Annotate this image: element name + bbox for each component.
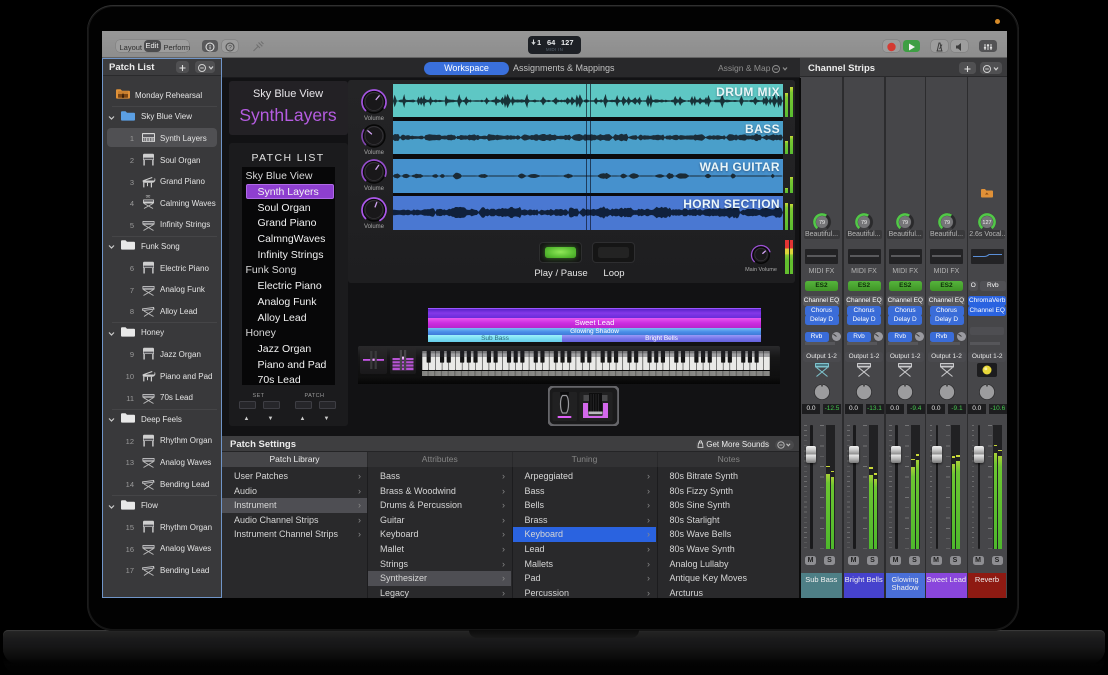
svg-text:79: 79 [818,220,824,226]
svg-text:79: 79 [861,220,867,226]
svg-text:127: 127 [983,220,992,226]
svg-text:79: 79 [902,220,908,226]
svg-text:?: ? [228,44,232,51]
svg-text:79: 79 [943,220,949,226]
